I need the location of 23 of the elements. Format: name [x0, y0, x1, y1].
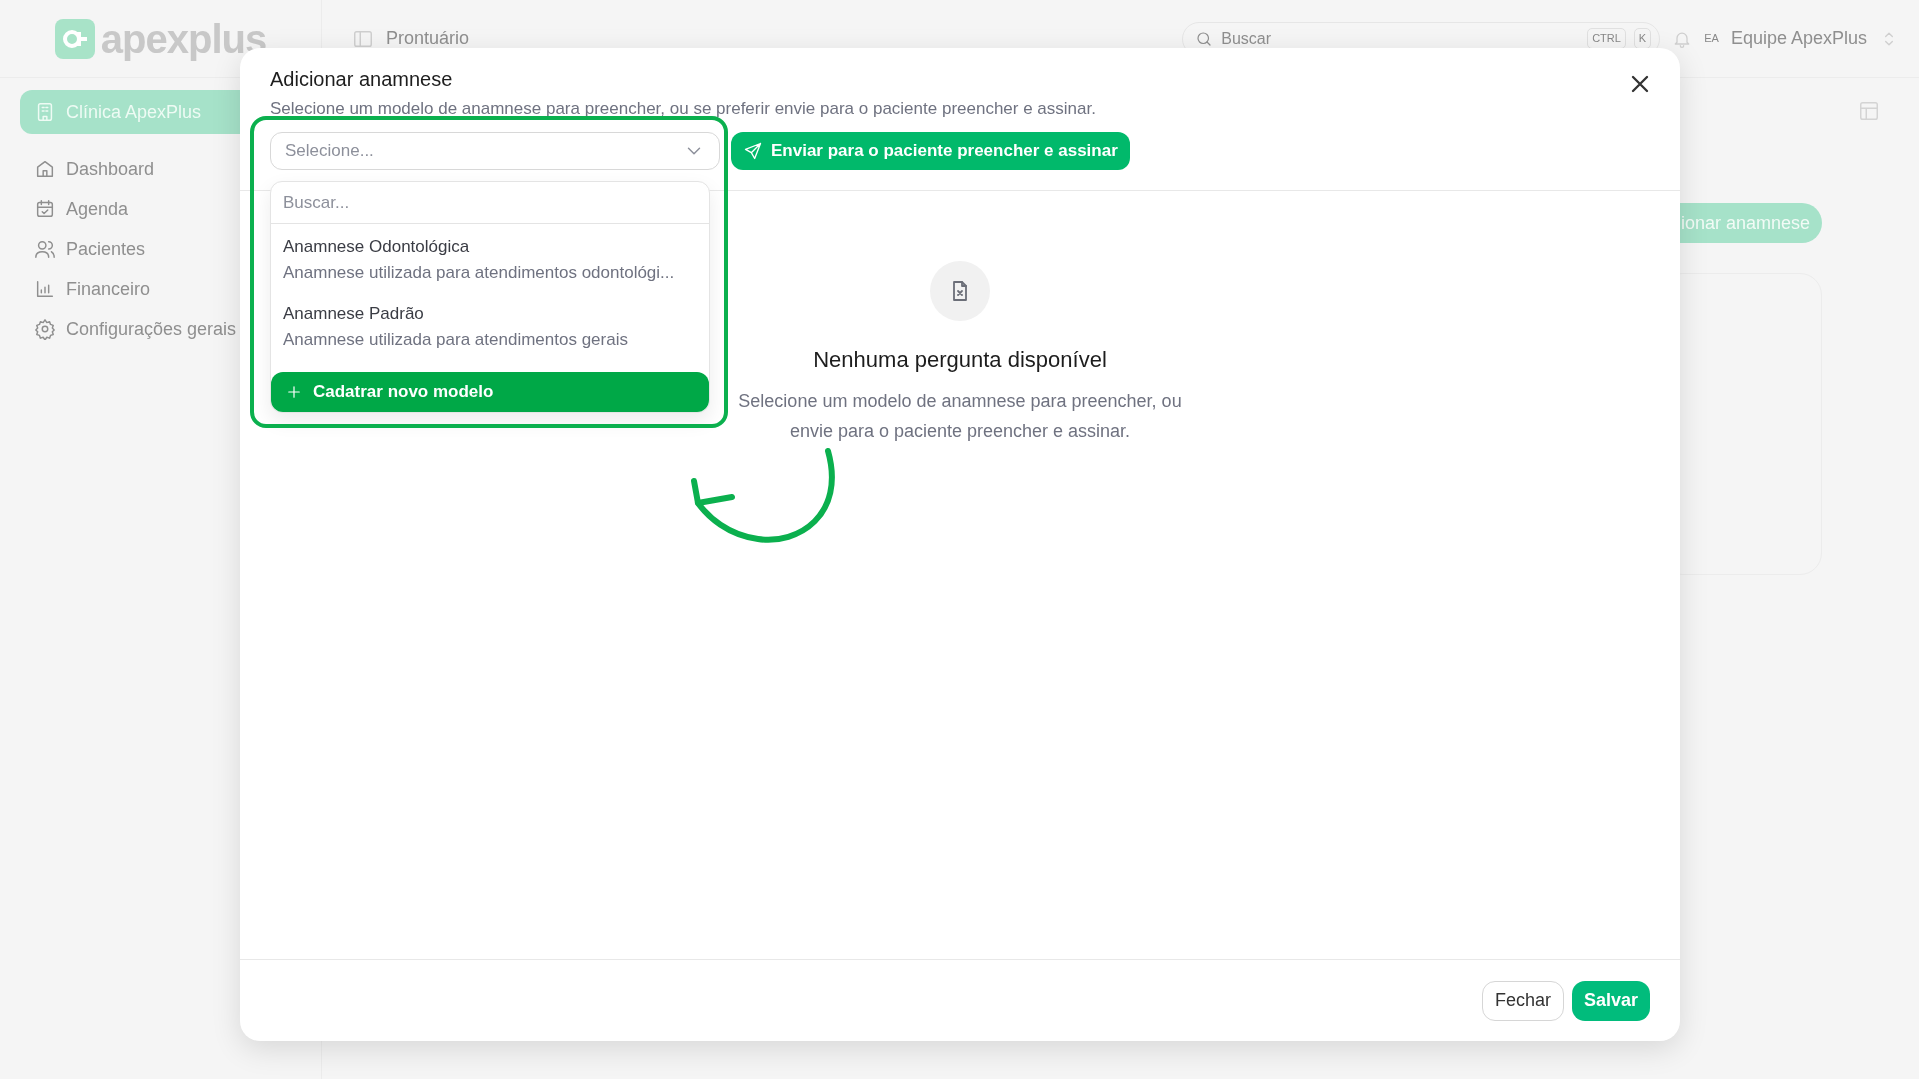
calendar-icon — [34, 198, 56, 220]
settings-icon — [34, 318, 56, 340]
user-name[interactable]: Equipe ApexPlus — [1730, 25, 1867, 52]
modal-title: Adicionar anamnese — [270, 67, 453, 92]
users-icon — [34, 238, 56, 260]
avatar: EA — [1704, 31, 1719, 47]
plus-icon — [285, 383, 303, 401]
empty-state-title: Nenhuma pergunta disponível — [813, 345, 1107, 374]
dropdown-option[interactable]: Anamnese Odontológica Anamnese utilizada para atendimentos odontológi... — [271, 224, 709, 291]
send-to-patient-button[interactable]: Enviar para o paciente preencher e assinar — [731, 131, 1130, 170]
home-icon — [34, 158, 56, 180]
template-select[interactable]: Selecione... — [270, 131, 720, 170]
search-field[interactable]: Buscar... — [271, 181, 709, 224]
layout-icon — [1858, 100, 1880, 122]
dropdown-option[interactable]: Anamnese Padrão Anamnese utilizada para atendimentos gerais — [271, 291, 709, 358]
empty-state-text: Selecione um modelo de anamnese para preencher, ou envie para o paciente preencher e assinar. — [737, 389, 1183, 443]
page-title: Prontuário — [386, 27, 470, 50]
close-button[interactable]: Fechar — [1481, 980, 1564, 1021]
logo-icon — [54, 18, 95, 59]
chart-icon — [34, 278, 56, 300]
save-button[interactable]: Salvar — [1571, 980, 1650, 1021]
send-icon — [743, 140, 763, 161]
create-template-button[interactable]: Cadatrar novo modelo — [271, 372, 709, 412]
